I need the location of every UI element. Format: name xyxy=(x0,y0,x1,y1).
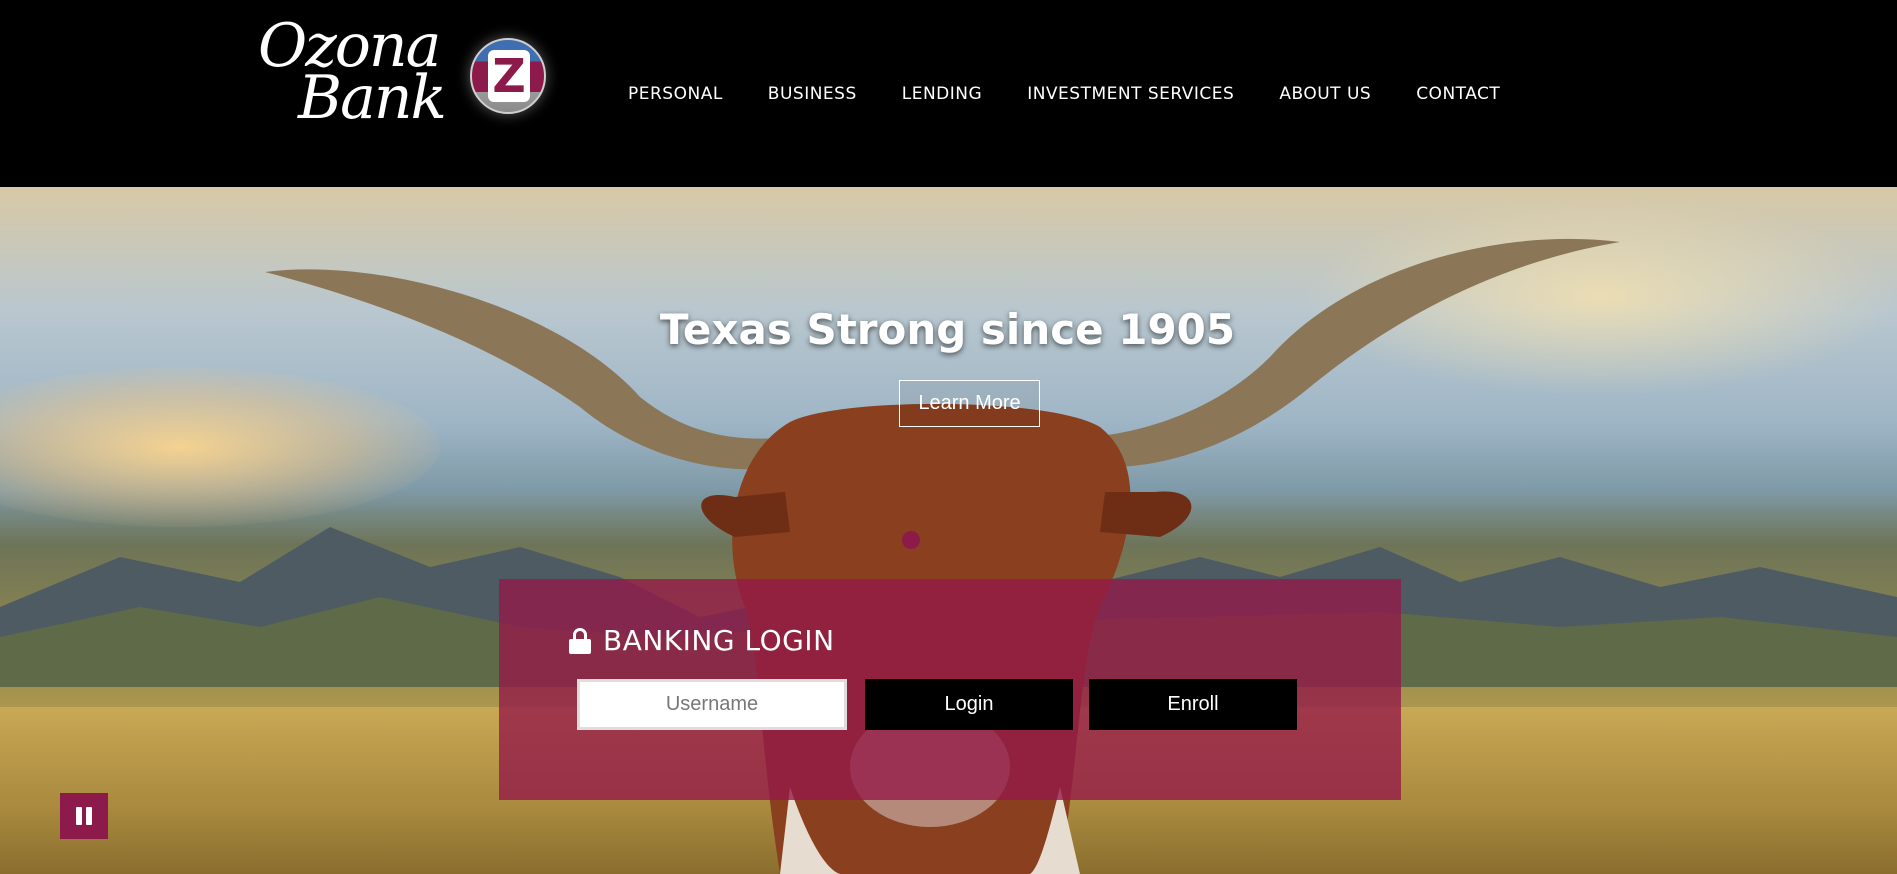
nav-contact[interactable]: CONTACT xyxy=(1416,84,1500,104)
hero-banner: Texas Strong since 1905 Learn More BANKI… xyxy=(0,187,1897,874)
enroll-button[interactable]: Enroll xyxy=(1089,679,1297,730)
nav-business[interactable]: BUSINESS xyxy=(768,84,857,104)
nav-lending[interactable]: LENDING xyxy=(902,84,982,104)
banking-login-panel: BANKING LOGIN Login Enroll xyxy=(499,579,1401,800)
logo-wordmark: Ozona Bank xyxy=(258,16,447,128)
username-input[interactable] xyxy=(577,679,847,730)
logo-badge-icon: Z xyxy=(470,38,546,114)
nav-personal[interactable]: PERSONAL xyxy=(628,84,723,104)
hero-headline-text: Texas Strong since 1905 xyxy=(659,305,1236,354)
slider-indicator-dot[interactable] xyxy=(902,531,920,549)
nav-investment-services[interactable]: INVESTMENT SERVICES xyxy=(1027,84,1234,104)
learn-more-button[interactable]: Learn More xyxy=(899,380,1040,427)
logo-badge-letter: Z xyxy=(488,50,530,102)
main-nav: PERSONAL BUSINESS LENDING INVESTMENT SER… xyxy=(628,84,1545,104)
pause-slider-button[interactable] xyxy=(60,793,108,839)
pause-icon xyxy=(76,807,82,825)
nav-about-us[interactable]: ABOUT US xyxy=(1279,84,1371,104)
banking-login-title: BANKING LOGIN xyxy=(603,624,835,657)
site-header: Ozona Bank Z PERSONAL BUSINESS LENDING I… xyxy=(0,0,1897,187)
banking-login-heading: BANKING LOGIN xyxy=(569,624,835,657)
hero-headline: Texas Strong since 1905 xyxy=(0,305,1897,354)
pause-icon xyxy=(86,807,92,825)
login-button[interactable]: Login xyxy=(865,679,1073,730)
lock-icon xyxy=(569,627,591,654)
ozona-bank-logo[interactable]: Ozona Bank Z xyxy=(258,16,558,135)
